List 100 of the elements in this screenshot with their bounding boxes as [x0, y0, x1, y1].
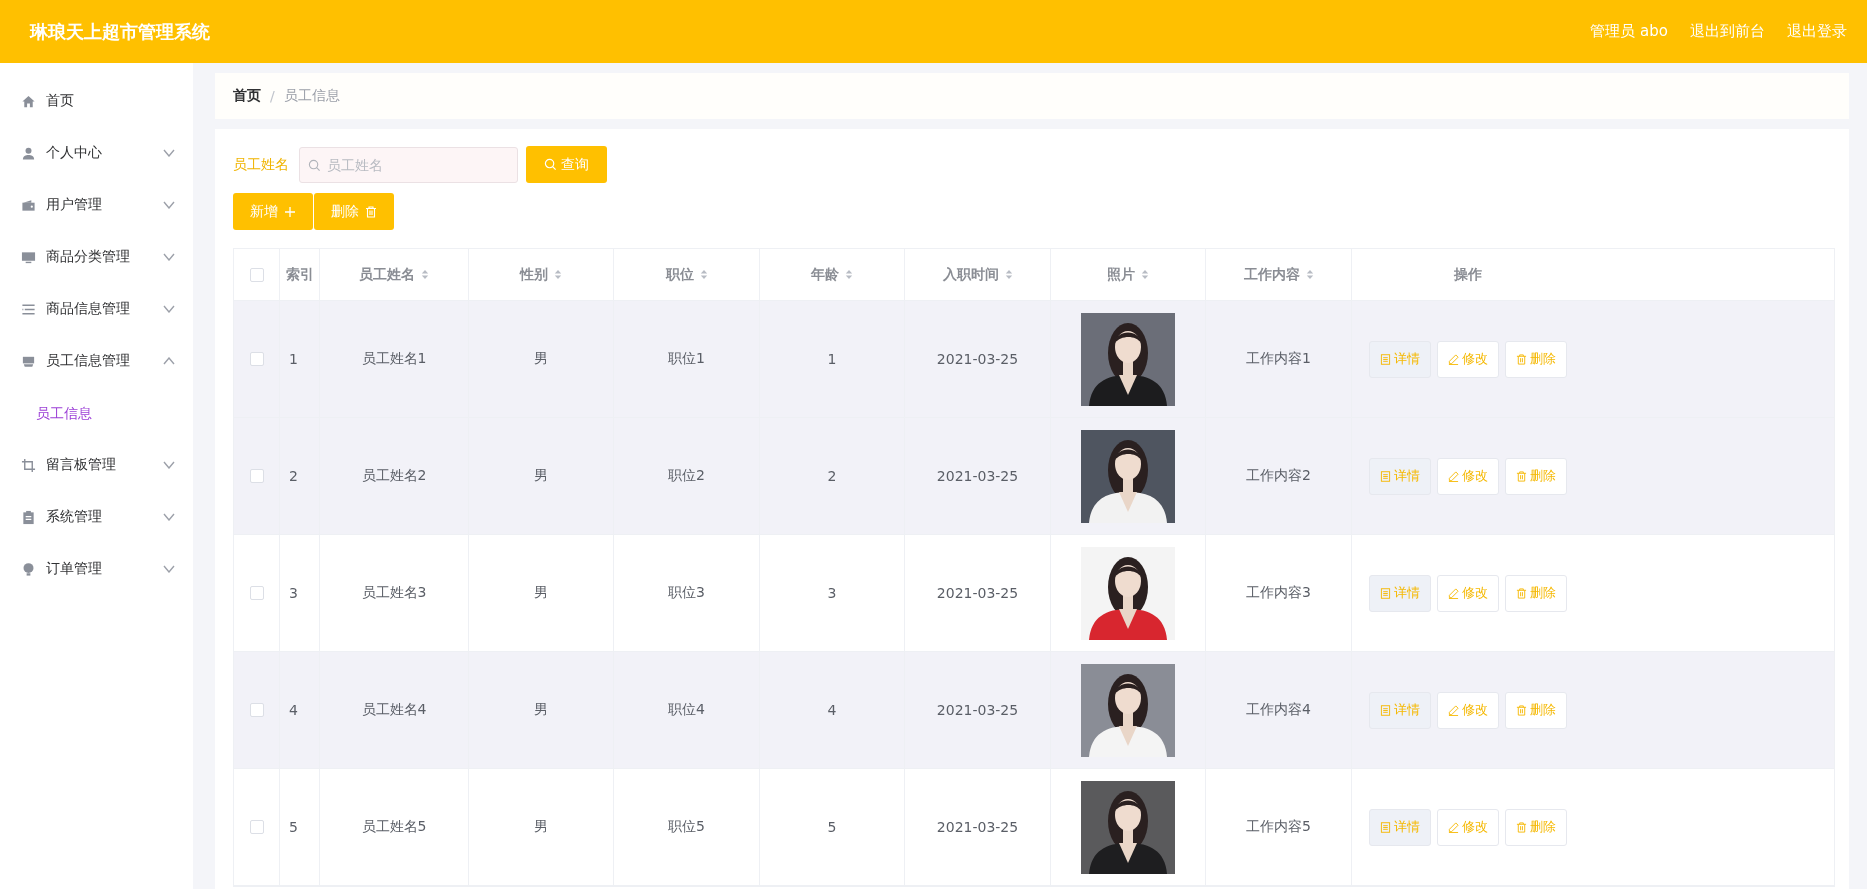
edit-button[interactable]: 修改	[1437, 340, 1499, 378]
clipboard-icon	[21, 509, 36, 525]
menu-item[interactable]: 商品分类管理	[0, 231, 193, 283]
add-button[interactable]: 新增	[233, 193, 313, 230]
table-cell: 3	[289, 585, 298, 601]
column-header[interactable]: 员工姓名	[359, 265, 429, 284]
menu-item[interactable]: 商品信息管理	[0, 283, 193, 335]
home-icon	[21, 93, 36, 109]
column-header: 索引	[285, 265, 314, 284]
table-cell: 4	[289, 702, 298, 718]
sort-icon[interactable]	[1141, 269, 1149, 280]
bulb-icon	[21, 561, 36, 577]
header-link[interactable]: 管理员 abo	[1590, 22, 1668, 41]
sort-icon[interactable]	[1305, 269, 1314, 280]
breadcrumb-link[interactable]: 首页	[233, 87, 261, 105]
menu-item[interactable]: 系统管理	[0, 491, 193, 543]
submenu-item[interactable]: 员工信息	[0, 387, 193, 439]
table-cell: 员工姓名5	[361, 818, 427, 836]
trash-icon	[1516, 353, 1527, 365]
details-button[interactable]: 详情	[1369, 808, 1431, 846]
sort-icon[interactable]	[699, 269, 708, 280]
monitor-icon	[21, 249, 36, 265]
column-header[interactable]: 工作内容	[1243, 265, 1314, 284]
header-link[interactable]: 退出登录	[1787, 22, 1847, 41]
menu-item[interactable]: 留言板管理	[0, 439, 193, 491]
user-icon	[21, 145, 36, 161]
delete-button[interactable]: 删除	[314, 193, 394, 230]
document-icon	[1380, 704, 1391, 716]
table-cell: 职位3	[668, 584, 705, 602]
plus-icon	[284, 205, 296, 218]
table-cell: 职位1	[668, 350, 705, 368]
edit-button[interactable]: 修改	[1437, 574, 1499, 612]
menu-label: 商品分类管理	[46, 248, 130, 266]
header-link[interactable]: 退出到前台	[1690, 22, 1765, 41]
menu-label: 员工信息管理	[46, 352, 130, 370]
sort-icon[interactable]	[1004, 269, 1013, 280]
sort-icon[interactable]	[554, 269, 562, 280]
delete-button[interactable]: 删除	[1505, 691, 1567, 729]
row-checkbox[interactable]	[249, 352, 264, 366]
sort-icon[interactable]	[845, 269, 853, 280]
edit-button[interactable]: 修改	[1437, 808, 1499, 846]
menu-label: 商品信息管理	[46, 300, 130, 318]
delete-button[interactable]: 删除	[1505, 340, 1567, 378]
app-title: 琳琅天上超市管理系统	[30, 19, 210, 44]
search-field[interactable]: 员工姓名	[299, 146, 518, 183]
search-button[interactable]: 查询	[526, 146, 607, 183]
search-icon	[544, 158, 557, 171]
menu-item[interactable]: 订单管理	[0, 543, 193, 595]
table-cell: 员工姓名1	[361, 350, 427, 368]
column-header[interactable]: 入职时间	[942, 265, 1013, 284]
delete-button[interactable]: 删除	[1505, 574, 1567, 612]
table-cell: 男	[534, 584, 548, 602]
table-cell: 1	[827, 351, 837, 367]
details-button[interactable]: 详情	[1369, 691, 1431, 729]
table-cell: 2021-03-25	[936, 468, 1019, 484]
row-checkbox[interactable]	[249, 586, 264, 600]
details-button[interactable]: 详情	[1369, 457, 1431, 495]
field-label: 员工姓名	[233, 155, 289, 174]
document-icon	[1380, 353, 1391, 365]
menu-item[interactable]: 用户管理	[0, 179, 193, 231]
details-button[interactable]: 详情	[1369, 340, 1431, 378]
table-cell: 男	[534, 467, 548, 485]
trash-icon	[1516, 587, 1527, 599]
pencil-icon	[1448, 353, 1459, 365]
table-cell: 2021-03-25	[936, 702, 1019, 718]
crop-icon	[21, 457, 36, 473]
breadcrumb-separator: /	[270, 88, 275, 104]
delete-button[interactable]: 删除	[1505, 808, 1567, 846]
breadcrumb-link[interactable]: 员工信息	[283, 87, 340, 105]
column-header[interactable]: 照片	[1107, 265, 1149, 284]
menu-item[interactable]: 员工信息管理	[0, 335, 193, 387]
column-header[interactable]: 职位	[665, 265, 708, 284]
edit-button[interactable]: 修改	[1437, 457, 1499, 495]
menu-label: 个人中心	[46, 144, 102, 162]
row-checkbox[interactable]	[249, 469, 264, 483]
table-cell: 职位5	[668, 818, 705, 836]
delete-button[interactable]: 删除	[1505, 457, 1567, 495]
pencil-icon	[1448, 470, 1459, 482]
select-all-checkbox[interactable]	[249, 267, 264, 282]
column-header[interactable]: 性别	[520, 265, 562, 284]
column-header[interactable]: 年龄	[811, 265, 853, 284]
details-button[interactable]: 详情	[1369, 574, 1431, 612]
table-cell: 4	[827, 702, 837, 718]
row-checkbox[interactable]	[249, 703, 264, 717]
table-cell: 工作内容1	[1246, 350, 1311, 368]
column-header: 操作	[1454, 265, 1482, 284]
table-cell: 职位2	[668, 467, 705, 485]
edit-button[interactable]: 修改	[1437, 691, 1499, 729]
table-cell: 2	[289, 468, 298, 484]
trash-icon	[1516, 470, 1527, 482]
row-checkbox[interactable]	[249, 820, 264, 834]
table-cell: 1	[289, 351, 298, 367]
menu-item[interactable]: 个人中心	[0, 127, 193, 179]
table-cell: 2021-03-25	[936, 819, 1019, 835]
pencil-icon	[1448, 704, 1459, 716]
menu-item[interactable]: 首页	[0, 75, 193, 127]
pencil-icon	[1448, 821, 1459, 833]
sort-icon[interactable]	[421, 269, 429, 280]
table-cell: 员工姓名3	[361, 584, 427, 602]
table-cell: 员工姓名4	[361, 701, 427, 719]
